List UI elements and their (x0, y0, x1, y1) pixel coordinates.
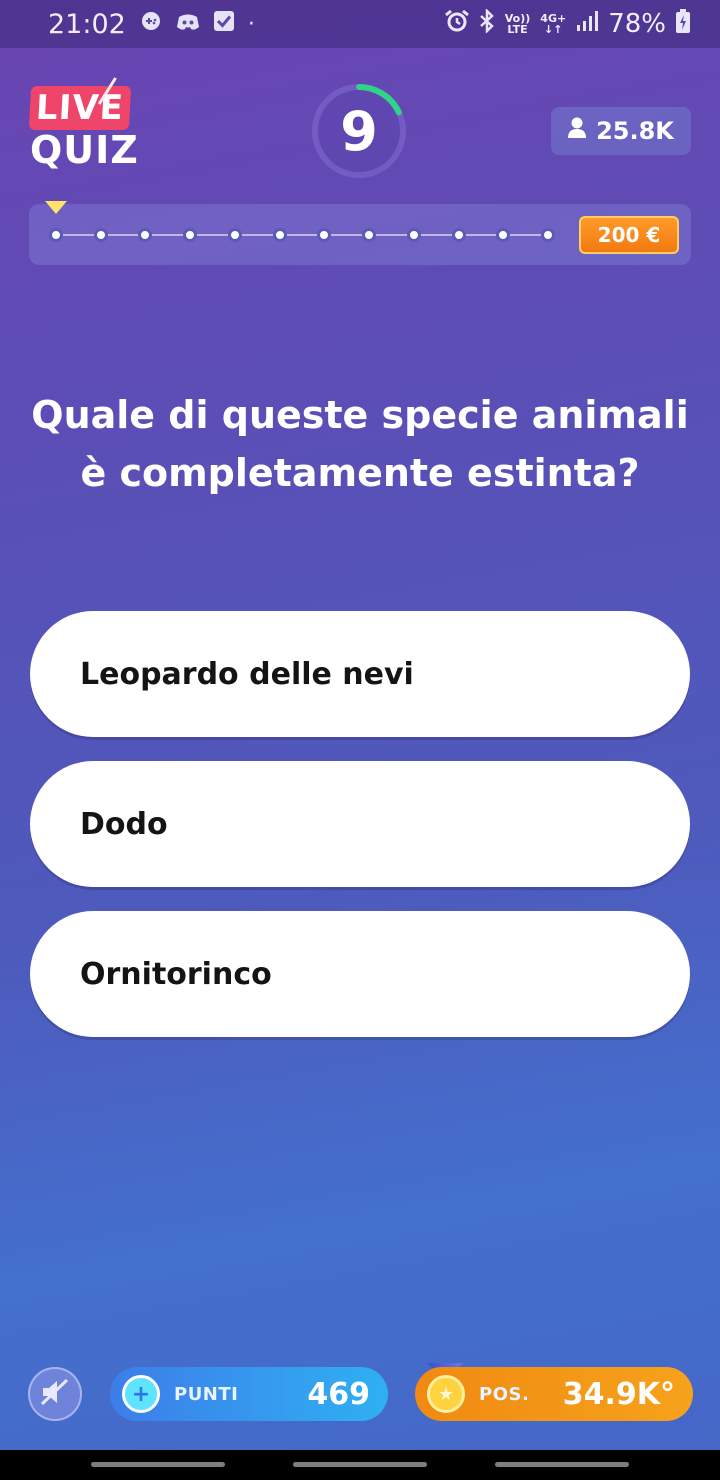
ladder-step-dot (541, 228, 555, 242)
timer-value: 9 (340, 99, 378, 163)
game-controller-icon (140, 11, 162, 37)
user-icon (568, 117, 587, 145)
viewer-count-value: 25.8K (596, 117, 674, 145)
alarm-icon (444, 9, 469, 38)
checkbox-icon (213, 11, 234, 37)
answer-option-3[interactable]: Ornitorinco (30, 911, 690, 1037)
dot-icon: · (247, 11, 255, 37)
nav-back-button[interactable] (495, 1462, 629, 1467)
logo-quiz-text: QUIZ (30, 128, 139, 172)
current-step-marker (45, 201, 67, 214)
diamond-plus-icon: + (122, 1375, 160, 1413)
mute-button[interactable] (28, 1367, 82, 1421)
position-value: 34.9K° (562, 1376, 675, 1412)
medal-star-icon: ★ (427, 1375, 465, 1413)
prize-badge: 200 € (579, 216, 679, 254)
live-quiz-logo: LIVE QUIZ (28, 86, 140, 172)
battery-percent: 78% (608, 9, 666, 39)
countdown-timer: 9 (310, 82, 408, 180)
ladder-step-dot (93, 228, 108, 242)
answer-option-1[interactable]: Leopardo delle nevi (30, 611, 690, 737)
4g-icon: 4G+ ↓↑ (540, 12, 567, 36)
speaker-muted-icon (40, 1378, 70, 1410)
points-value: 469 (307, 1376, 370, 1412)
answer-label: Ornitorinco (80, 956, 272, 992)
ladder-step-dot (49, 228, 63, 242)
logo-live-text: LIVE (28, 86, 132, 130)
battery-charging-icon (676, 9, 690, 39)
question-text: Quale di queste specie animali è complet… (31, 393, 689, 495)
answer-label: Dodo (80, 806, 168, 842)
answer-label: Leopardo delle nevi (80, 656, 414, 692)
answer-option-2[interactable]: Dodo (30, 761, 690, 887)
volte-icon: Vo)) LTE (504, 12, 531, 36)
position-label: POS. (479, 1383, 530, 1405)
viewer-count: 25.8K (551, 107, 691, 155)
points-pill: + PUNTI 469 (110, 1367, 388, 1421)
status-time: 21:02 (48, 8, 126, 40)
ladder-step-dot (227, 228, 242, 242)
signal-icon (576, 11, 599, 37)
status-bar: 21:02 · Vo)) LTE 4G+ ↓↑ 78% (0, 0, 720, 48)
position-pill: ★ POS. 34.9K° (415, 1367, 693, 1421)
ladder-step-dot (406, 228, 421, 242)
discord-icon (176, 12, 200, 37)
ladder-step-dot (362, 228, 377, 242)
points-label: PUNTI (174, 1383, 239, 1405)
bluetooth-icon (479, 7, 495, 39)
nav-recent-button[interactable] (91, 1462, 225, 1467)
ladder-line (56, 234, 548, 236)
ladder-step-dot (272, 228, 287, 242)
ladder-step-dot (451, 228, 466, 242)
nav-home-button[interactable] (293, 1462, 427, 1467)
